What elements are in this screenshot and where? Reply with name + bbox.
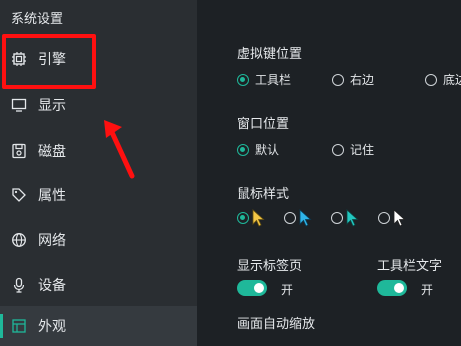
sidebar-item-network[interactable]: 网络 xyxy=(0,217,197,263)
toolbar-text-toggle[interactable] xyxy=(377,280,407,296)
teal-cursor-icon xyxy=(346,209,359,227)
show-tabs-toggle[interactable] xyxy=(237,280,267,296)
disk-icon xyxy=(11,143,27,159)
radio-label: 工具栏 xyxy=(255,73,292,87)
radio-label: 记住 xyxy=(350,143,375,157)
radio-dot xyxy=(237,73,249,86)
cursor-option-yellow[interactable] xyxy=(237,209,266,227)
radio-default[interactable]: 默认 xyxy=(237,141,279,158)
annotation-highlight-box xyxy=(2,34,96,89)
sidebar-item-label: 外观 xyxy=(38,319,66,335)
toolbar-text-state: 开 xyxy=(421,283,434,297)
microphone-icon xyxy=(11,277,27,293)
sidebar-item-disk[interactable]: 磁盘 xyxy=(0,128,197,174)
radio-toolbar[interactable]: 工具栏 xyxy=(237,71,291,88)
sidebar-item-label: 属性 xyxy=(38,188,66,204)
app-title: 系统设置 xyxy=(11,12,64,27)
toggle-knob xyxy=(394,283,404,293)
radio-label: 右边 xyxy=(350,73,375,87)
sidebar: 系统设置 引擎 显示 磁盘 属性 网络 设备 外观 xyxy=(0,0,197,346)
yellow-cursor-icon xyxy=(252,209,265,227)
cursor-option-teal[interactable] xyxy=(331,209,360,227)
toggle-knob xyxy=(254,283,264,293)
radio-dot xyxy=(332,143,344,156)
radio-dot xyxy=(332,73,344,86)
annotation-arrow-icon xyxy=(104,120,135,179)
show-tabs-state: 开 xyxy=(281,283,294,297)
white-cursor-icon xyxy=(393,209,406,227)
radio-label: 默认 xyxy=(255,143,280,157)
sidebar-item-label: 设备 xyxy=(38,278,66,294)
radio-dot xyxy=(237,143,249,156)
globe-icon xyxy=(11,232,27,248)
cyan-cursor-icon xyxy=(299,209,312,227)
monitor-icon xyxy=(11,97,27,113)
radio-remember[interactable]: 记住 xyxy=(332,141,374,158)
radio-label: 底边 xyxy=(443,73,461,87)
sidebar-item-appearance[interactable]: 外观 xyxy=(0,306,197,346)
show-tabs-title: 显示标签页 xyxy=(237,259,303,274)
sidebar-item-properties[interactable]: 属性 xyxy=(0,172,197,218)
virtual-key-position-title: 虚拟键位置 xyxy=(237,47,303,62)
appearance-icon xyxy=(11,318,27,334)
sidebar-item-devices[interactable]: 设备 xyxy=(0,262,197,308)
radio-right[interactable]: 右边 xyxy=(332,71,374,88)
radio-dot xyxy=(237,212,249,224)
radio-bottom[interactable]: 底边 xyxy=(425,71,461,88)
radio-dot xyxy=(331,212,343,224)
cursor-option-cyan[interactable] xyxy=(284,209,313,227)
sidebar-item-label: 网络 xyxy=(38,233,66,249)
toolbar-text-title: 工具栏文字 xyxy=(377,259,443,274)
settings-panel: 虚拟键位置 工具栏 右边 底边 窗口位置 默认 记住 鼠标样式 显示标签页 开 … xyxy=(197,0,461,337)
mouse-style-title: 鼠标样式 xyxy=(237,187,290,202)
sidebar-item-label: 显示 xyxy=(38,98,66,114)
tag-icon xyxy=(11,187,27,203)
auto-zoom-title: 画面自动缩放 xyxy=(237,317,316,332)
radio-dot xyxy=(284,212,296,224)
radio-dot xyxy=(425,73,437,86)
cursor-option-white[interactable] xyxy=(378,209,407,227)
sidebar-item-label: 磁盘 xyxy=(38,144,66,160)
radio-dot xyxy=(378,212,390,224)
window-position-title: 窗口位置 xyxy=(237,117,290,132)
